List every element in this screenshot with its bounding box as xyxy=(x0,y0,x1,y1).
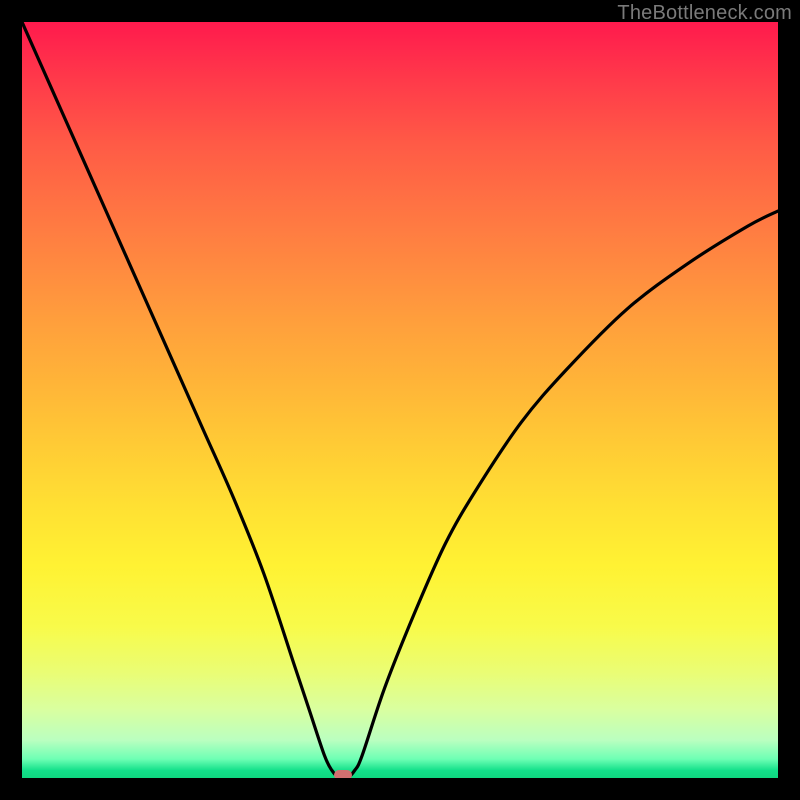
bottleneck-curve xyxy=(22,22,778,778)
watermark-text: TheBottleneck.com xyxy=(617,2,792,25)
plot-area xyxy=(22,22,778,778)
curve-svg xyxy=(22,22,778,778)
minimum-marker xyxy=(334,770,352,778)
chart-frame: TheBottleneck.com xyxy=(0,0,800,800)
